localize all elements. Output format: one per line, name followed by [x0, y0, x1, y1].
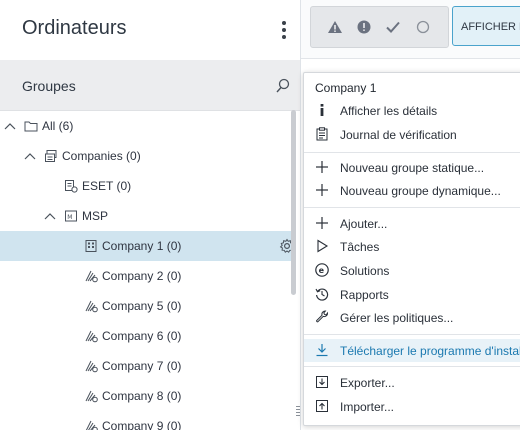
- plus-icon: [315, 160, 329, 174]
- menu-item-label: Afficher les détails: [340, 104, 438, 118]
- tree-item-msp[interactable]: M MSP: [0, 201, 296, 231]
- menu-item-import[interactable]: Importer...: [304, 395, 520, 418]
- menu-item-label: Importer...: [340, 400, 395, 414]
- menu-separator: [304, 366, 520, 367]
- company-dynamic-icon: [84, 359, 98, 373]
- audit-log-icon: [315, 127, 329, 141]
- plus-icon: [315, 183, 329, 197]
- status-filter-group: [310, 6, 449, 48]
- menu-item-solutions[interactable]: e Solutions: [304, 259, 520, 282]
- tree-item-label: MSP: [82, 209, 109, 223]
- tree-item-all[interactable]: All (6): [0, 111, 296, 141]
- tree-item-company-7[interactable]: Company 7 (0): [0, 351, 296, 381]
- company-dynamic-icon: [84, 299, 98, 313]
- page-title: Ordinateurs: [22, 17, 127, 39]
- tree-item-company-8[interactable]: Company 8 (0): [0, 381, 296, 411]
- show-button[interactable]: AFFICHER LES: [452, 6, 520, 46]
- company-dynamic-icon: [84, 269, 98, 283]
- tree-item-label: Company 5 (0): [102, 299, 182, 313]
- groups-label: Groupes: [22, 78, 76, 94]
- tree-item-label: Companies (0): [62, 149, 141, 163]
- circle-outline-icon[interactable]: [415, 19, 431, 35]
- menu-item-new-dynamic-group[interactable]: Nouveau groupe dynamique...: [304, 179, 520, 202]
- msp-icon: M: [64, 209, 78, 223]
- menu-item-label: Nouveau groupe statique...: [340, 161, 485, 175]
- menu-item-label: Rapports: [340, 288, 389, 302]
- menu-item-reports[interactable]: Rapports: [304, 283, 520, 306]
- warning-triangle-icon[interactable]: [327, 19, 343, 35]
- menu-item-new-static-group[interactable]: Nouveau groupe statique...: [304, 156, 520, 179]
- folder-icon: [24, 119, 38, 133]
- static-group-icon: [44, 149, 58, 163]
- history-icon: [315, 287, 329, 301]
- error-circle-icon[interactable]: [356, 19, 372, 35]
- menu-item-tasks[interactable]: Tâches: [304, 235, 520, 258]
- menu-item-label: Ajouter...: [340, 217, 388, 231]
- groups-header: Groupes: [0, 60, 300, 111]
- menu-item-label: Gérer les politiques...: [340, 311, 454, 325]
- menu-item-label: Journal de vérification: [340, 128, 457, 142]
- tree-item-companies[interactable]: Companies (0): [0, 141, 296, 171]
- menu-item-download-installer[interactable]: Télécharger le programme d'instal...: [304, 339, 520, 362]
- plus-icon: [315, 216, 329, 230]
- menu-separator: [304, 207, 520, 208]
- company-building-icon: [84, 239, 98, 253]
- tree-item-company-5[interactable]: Company 5 (0): [0, 291, 296, 321]
- tree-item-company-6[interactable]: Company 6 (0): [0, 321, 296, 351]
- tree-item-label: Company 2 (0): [102, 269, 182, 283]
- collapse-chevron-icon[interactable]: [44, 210, 56, 222]
- collapse-chevron-icon[interactable]: [4, 120, 16, 132]
- menu-item-manage-policies[interactable]: Gérer les politiques...: [304, 306, 520, 329]
- menu-item-label: Solutions: [340, 264, 390, 278]
- tree-item-company-2[interactable]: Company 2 (0): [0, 261, 296, 291]
- play-icon: [315, 239, 329, 253]
- tree-item-label: Company 7 (0): [102, 359, 182, 373]
- eset-icon: e: [315, 263, 329, 277]
- download-icon: [315, 343, 329, 357]
- company-dynamic-icon: [84, 419, 98, 430]
- menu-item-add[interactable]: Ajouter...: [304, 212, 520, 235]
- tree-item-label: ESET (0): [82, 179, 132, 193]
- menu-item-show-details[interactable]: Afficher les détails: [304, 99, 520, 122]
- dynamic-group-icon: [64, 179, 78, 193]
- context-menu-header: Company 1: [315, 81, 377, 95]
- menu-item-audit-log[interactable]: Journal de vérification: [304, 123, 520, 146]
- page-header: Ordinateurs: [0, 0, 300, 60]
- tree-item-label: Company 6 (0): [102, 329, 182, 343]
- tree-scrollbar[interactable]: [291, 110, 296, 295]
- tree-item-company-1[interactable]: Company 1 (0): [0, 231, 296, 261]
- svg-text:M: M: [67, 214, 72, 221]
- menu-item-label: Exporter...: [340, 376, 395, 390]
- search-icon[interactable]: [274, 77, 292, 95]
- groups-panel: Ordinateurs Groupes All (6) Companies (0…: [0, 0, 301, 430]
- company-dynamic-icon: [84, 329, 98, 343]
- menu-item-label: Tâches: [340, 240, 380, 254]
- menu-separator: [304, 334, 520, 335]
- tree-item-eset[interactable]: ESET (0): [0, 171, 296, 201]
- tree-item-company-9[interactable]: Company 9 (0): [0, 411, 296, 430]
- tree-item-label: Company 8 (0): [102, 389, 182, 403]
- menu-separator: [304, 152, 520, 153]
- menu-item-label: Nouveau groupe dynamique...: [340, 184, 501, 198]
- menu-item-export[interactable]: Exporter...: [304, 371, 520, 394]
- tree-item-label: Company 1 (0): [102, 239, 182, 253]
- info-icon: [315, 103, 329, 117]
- panel-resize-handle[interactable]: [296, 404, 300, 420]
- export-icon: [315, 375, 329, 389]
- wrench-icon: [315, 310, 329, 324]
- import-icon: [315, 399, 329, 413]
- context-menu: Company 1 Afficher les détails Journal d…: [303, 72, 520, 426]
- menu-item-label: Télécharger le programme d'instal...: [340, 344, 520, 358]
- tree-item-label: Company 9 (0): [102, 419, 182, 430]
- collapse-chevron-icon[interactable]: [24, 150, 36, 162]
- company-dynamic-icon: [84, 389, 98, 403]
- checkmark-icon[interactable]: [385, 19, 401, 35]
- svg-text:e: e: [319, 266, 325, 275]
- more-options-icon[interactable]: [276, 18, 292, 42]
- tree-item-label: All (6): [42, 119, 74, 133]
- show-button-label: AFFICHER LES: [461, 21, 520, 33]
